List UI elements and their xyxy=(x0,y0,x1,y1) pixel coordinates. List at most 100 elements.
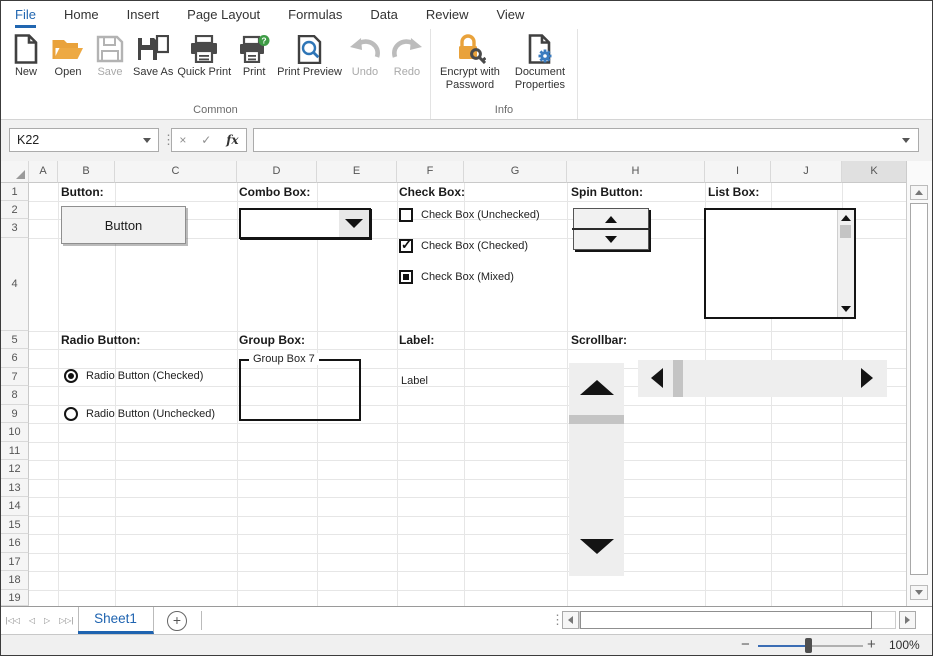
demo-vertical-scrollbar[interactable] xyxy=(569,363,624,576)
listbox-scrollbar[interactable] xyxy=(837,210,854,317)
row-header-2[interactable]: 2 xyxy=(1,201,29,219)
menu-home[interactable]: Home xyxy=(50,2,113,28)
worksheet-vertical-scrollbar[interactable] xyxy=(906,161,932,606)
row-header-12[interactable]: 12 xyxy=(1,460,29,479)
scrollbar-left-arrow-icon[interactable] xyxy=(651,368,663,388)
column-header-j[interactable]: J xyxy=(771,161,842,183)
radio-unchecked[interactable]: Radio Button (Unchecked) xyxy=(64,407,215,421)
column-header-c[interactable]: C xyxy=(115,161,237,183)
last-sheet-button[interactable]: ▷▷| xyxy=(59,616,73,625)
zoom-level[interactable]: 100% xyxy=(889,638,920,652)
previous-sheet-button[interactable]: ◁ xyxy=(29,616,35,625)
quick-print-button[interactable]: Quick Print xyxy=(175,31,233,80)
scrollbar-down-arrow-icon[interactable] xyxy=(580,539,614,554)
row-header-13[interactable]: 13 xyxy=(1,479,29,497)
save-button[interactable]: Save xyxy=(89,31,131,80)
demo-button[interactable]: Button xyxy=(61,206,186,244)
worksheet-scroll-up-button[interactable] xyxy=(910,185,928,200)
formula-expand-icon[interactable] xyxy=(902,138,910,143)
menu-page-layout[interactable]: Page Layout xyxy=(173,2,274,28)
print-preview-button[interactable]: Print Preview xyxy=(275,31,344,80)
print-button[interactable]: ? Print xyxy=(233,31,275,80)
row-header-18[interactable]: 18 xyxy=(1,571,29,590)
first-sheet-button[interactable]: |◁◁ xyxy=(5,616,19,625)
demo-horizontal-scrollbar[interactable] xyxy=(638,360,887,397)
undo-button[interactable]: Undo xyxy=(344,31,386,80)
checkbox-checked[interactable]: Check Box (Checked) xyxy=(399,239,528,253)
cancel-entry-button[interactable]: × xyxy=(179,133,186,147)
select-all-corner[interactable] xyxy=(1,161,29,183)
combo-dropdown-button[interactable] xyxy=(339,210,369,237)
zoom-slider-track[interactable] xyxy=(809,645,863,647)
horizontal-scrollbar-thumb[interactable] xyxy=(673,360,683,397)
demo-list-box[interactable] xyxy=(704,208,856,319)
scroll-up-icon[interactable] xyxy=(841,215,851,221)
column-header-b[interactable]: B xyxy=(58,161,115,183)
scroll-down-icon[interactable] xyxy=(841,306,851,312)
sheet-tab-sheet1[interactable]: Sheet1 xyxy=(78,607,154,634)
row-header-17[interactable]: 17 xyxy=(1,553,29,571)
worksheet-scroll-left-button[interactable] xyxy=(562,611,579,629)
row-header-19[interactable]: 19 xyxy=(1,590,29,606)
row-header-5[interactable]: 5 xyxy=(1,331,29,349)
row-header-9[interactable]: 9 xyxy=(1,405,29,423)
next-sheet-button[interactable]: ▷ xyxy=(44,616,50,625)
row-header-4[interactable]: 4 xyxy=(1,238,29,331)
spin-down-button[interactable] xyxy=(574,229,648,249)
row-header-6[interactable]: 6 xyxy=(1,349,29,368)
column-header-i[interactable]: I xyxy=(705,161,771,183)
checkbox-mixed[interactable]: Check Box (Mixed) xyxy=(399,270,514,284)
worksheet[interactable]: ABCDEFGHIJK 1234567891011121314151617181… xyxy=(1,161,932,606)
insert-function-button[interactable]: fx xyxy=(226,133,238,147)
name-box[interactable]: K22 xyxy=(9,128,159,152)
demo-combo-box[interactable] xyxy=(239,208,371,239)
encrypt-with-password-button[interactable]: Encrypt with Password xyxy=(435,31,505,92)
listbox-scrollbar-thumb[interactable] xyxy=(840,225,851,238)
zoom-slider-track-filled[interactable] xyxy=(758,645,809,647)
zoom-slider-thumb[interactable] xyxy=(805,638,812,653)
row-header-7[interactable]: 7 xyxy=(1,368,29,386)
scrollbar-right-arrow-icon[interactable] xyxy=(861,368,873,388)
menu-review[interactable]: Review xyxy=(412,2,483,28)
column-header-k[interactable]: K xyxy=(842,161,907,183)
row-header-11[interactable]: 11 xyxy=(1,442,29,460)
add-sheet-button[interactable]: + xyxy=(167,611,187,631)
row-header-16[interactable]: 16 xyxy=(1,534,29,553)
row-header-15[interactable]: 15 xyxy=(1,516,29,534)
column-header-a[interactable]: A xyxy=(29,161,58,183)
radio-checked[interactable]: Radio Button (Checked) xyxy=(64,369,203,383)
checkbox-unchecked[interactable]: Check Box (Unchecked) xyxy=(399,208,540,222)
vertical-scrollbar-thumb[interactable] xyxy=(569,415,624,424)
column-header-d[interactable]: D xyxy=(237,161,317,183)
spin-up-button[interactable] xyxy=(574,209,648,229)
menu-view[interactable]: View xyxy=(482,2,538,28)
menu-data[interactable]: Data xyxy=(356,2,411,28)
open-button[interactable]: Open xyxy=(47,31,89,80)
zoom-in-button[interactable]: + xyxy=(867,636,876,653)
worksheet-vscroll-thumb[interactable] xyxy=(910,203,928,575)
row-header-14[interactable]: 14 xyxy=(1,497,29,516)
menu-file[interactable]: File xyxy=(1,2,50,28)
formula-input[interactable] xyxy=(253,128,919,152)
column-header-f[interactable]: F xyxy=(397,161,464,183)
worksheet-scroll-right-button[interactable] xyxy=(899,611,916,629)
worksheet-scroll-down-button[interactable] xyxy=(910,585,928,600)
new-button[interactable]: New xyxy=(5,31,47,80)
scrollbar-up-arrow-icon[interactable] xyxy=(580,380,614,395)
document-properties-button[interactable]: Document Properties xyxy=(505,31,575,92)
zoom-out-button[interactable]: − xyxy=(741,636,750,653)
save-as-button[interactable]: Save As xyxy=(131,31,175,80)
column-header-e[interactable]: E xyxy=(317,161,397,183)
confirm-entry-button[interactable]: ✓ xyxy=(201,133,211,147)
column-header-h[interactable]: H xyxy=(567,161,705,183)
menu-formulas[interactable]: Formulas xyxy=(274,2,356,28)
row-header-8[interactable]: 8 xyxy=(1,386,29,405)
redo-button[interactable]: Redo xyxy=(386,31,428,80)
name-box-dropdown-icon[interactable] xyxy=(143,138,151,143)
worksheet-hscroll-thumb[interactable] xyxy=(580,611,872,629)
menu-insert[interactable]: Insert xyxy=(113,2,174,28)
row-header-3[interactable]: 3 xyxy=(1,219,29,238)
row-header-10[interactable]: 10 xyxy=(1,423,29,442)
column-header-g[interactable]: G xyxy=(464,161,567,183)
row-header-1[interactable]: 1 xyxy=(1,183,29,201)
